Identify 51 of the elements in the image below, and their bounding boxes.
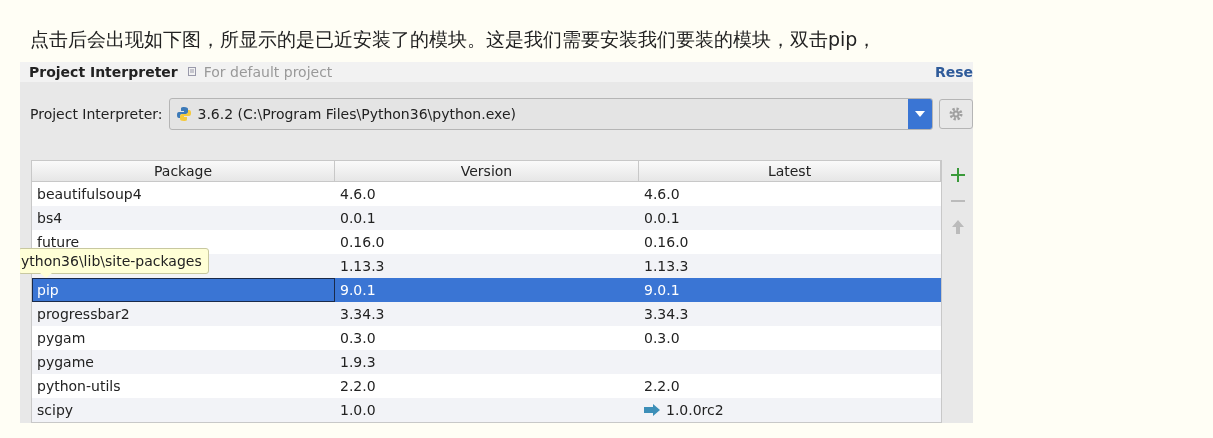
python-logo-icon xyxy=(175,106,192,122)
version-text: 1.0.0 xyxy=(340,402,376,418)
package-name: pygame xyxy=(37,354,94,370)
package-name: pygam xyxy=(37,330,86,346)
latest-version-text: 9.0.1 xyxy=(644,282,680,298)
latest-version-text: 4.6.0 xyxy=(644,186,680,202)
package-row[interactable]: scipy 1.0.0 1.0.0rc2 xyxy=(32,398,942,422)
upgrade-icon[interactable] xyxy=(951,220,964,234)
settings-button[interactable] xyxy=(939,99,973,129)
settings-icon xyxy=(948,106,965,122)
interpreter-label: Project Interpreter: xyxy=(30,106,163,122)
package-row[interactable]: pygame 1.9.3 xyxy=(32,350,942,374)
latest-version-text: 0.0.1 xyxy=(644,210,680,226)
column-header[interactable]: Latest xyxy=(639,161,942,182)
version-text: 2.2.0 xyxy=(340,378,376,394)
package-row[interactable]: pip 9.0.1 9.0.1 xyxy=(32,278,942,302)
package-name: python-utils xyxy=(37,378,121,394)
version-text: 0.3.0 xyxy=(340,330,376,346)
package-row[interactable]: bs4 0.0.1 0.0.1 xyxy=(32,206,942,230)
latest-version-text: 0.3.0 xyxy=(644,330,680,346)
reset-link[interactable]: Rese xyxy=(934,64,973,80)
latest-version-text: 3.34.3 xyxy=(644,306,689,322)
latest-version-text: 1.13.3 xyxy=(644,258,689,274)
version-text: 4.6.0 xyxy=(340,186,376,202)
version-text: 0.16.0 xyxy=(340,234,385,250)
panel-title: Project Interpreter xyxy=(29,64,178,80)
interpreter-dropdown[interactable]: 3.6.2 (C:\Program Files\Python36\python.exe) xyxy=(168,98,934,130)
latest-version-text: 2.2.0 xyxy=(644,378,680,394)
version-text: 3.34.3 xyxy=(340,306,385,322)
tooltip-pointer xyxy=(40,273,52,278)
package-name: progressbar2 xyxy=(37,306,130,322)
column-header[interactable]: Version xyxy=(335,161,639,182)
intro-text: 点击后会出现如下图，所显示的是已近安装了的模块。这是我们需要安装我们要装的模块，双击pip， xyxy=(30,27,878,52)
latest-version-text: 1.0.0rc2 xyxy=(666,402,724,418)
latest-version-text: 0.16.0 xyxy=(644,234,689,250)
copy-icon xyxy=(187,67,198,77)
package-name: bs4 xyxy=(37,210,63,226)
version-text: 0.0.1 xyxy=(340,210,376,226)
upgrade-arrow-icon xyxy=(644,404,660,416)
add-icon[interactable] xyxy=(950,168,965,182)
version-text: 1.9.3 xyxy=(340,354,376,370)
path-tooltip: ython36\lib\site-packages xyxy=(20,248,209,274)
package-name: future xyxy=(37,234,80,250)
panel-subtitle: For default project xyxy=(203,64,333,80)
package-name: scipy xyxy=(37,402,74,418)
column-header[interactable]: Package xyxy=(32,161,335,182)
package-name: pip xyxy=(37,282,59,298)
package-row[interactable]: progressbar2 3.34.3 3.34.3 xyxy=(32,302,942,326)
version-text: 9.0.1 xyxy=(340,282,376,298)
package-name: beautifulsoup4 xyxy=(37,186,142,202)
version-text: 1.13.3 xyxy=(340,258,385,274)
